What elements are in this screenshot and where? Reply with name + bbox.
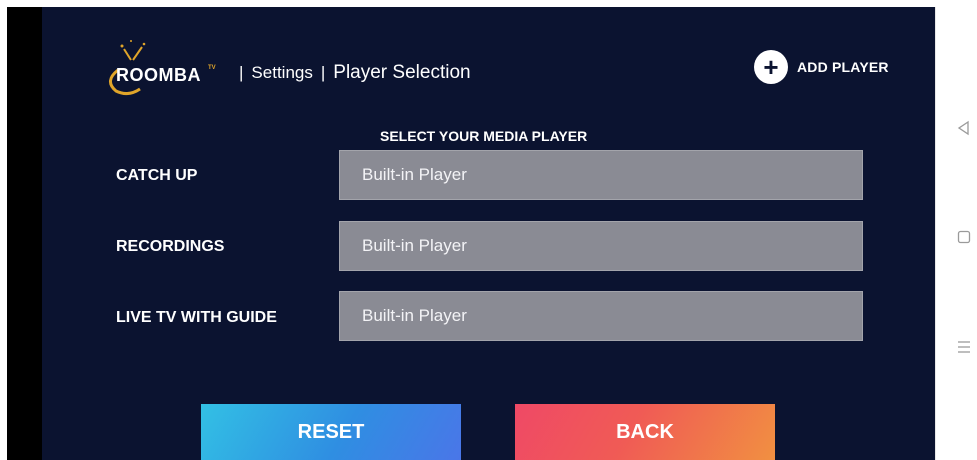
menu-lines-icon[interactable]	[956, 339, 972, 355]
left-bezel	[7, 7, 42, 460]
home-square-icon[interactable]	[956, 229, 972, 245]
recordings-label: RECORDINGS	[116, 238, 225, 255]
page-title: Player Selection	[333, 62, 471, 83]
breadcrumb-settings[interactable]: Settings	[251, 63, 312, 82]
breadcrumb-separator: |	[320, 63, 326, 82]
device-frame: ROOMBA TV | Settings | Player Selection + A…	[0, 0, 977, 460]
header: ROOMBA TV | Settings | Player Selection + A…	[42, 7, 935, 127]
back-button[interactable]: BACK	[515, 404, 775, 460]
breadcrumb: | Settings | Player Selection	[231, 62, 471, 84]
breadcrumb-separator: |	[239, 63, 244, 82]
catch-up-label: CATCH UP	[116, 167, 198, 184]
reset-button[interactable]: RESET	[201, 404, 461, 460]
logo-text: ROOMBA	[116, 65, 201, 85]
system-nav-bar	[935, 7, 977, 460]
live-tv-player-select[interactable]: Built-in Player	[339, 291, 863, 341]
logo-superscript: TV	[208, 65, 216, 71]
add-player-button[interactable]: + ADD PLAYER	[754, 50, 889, 84]
add-player-label[interactable]: ADD PLAYER	[797, 59, 889, 75]
section-heading: SELECT YOUR MEDIA PLAYER	[380, 128, 588, 144]
catch-up-player-select[interactable]: Built-in Player	[339, 150, 863, 200]
app-screen: ROOMBA TV | Settings | Player Selection + A…	[42, 7, 935, 460]
back-triangle-icon[interactable]	[956, 120, 972, 136]
plus-icon[interactable]: +	[754, 50, 788, 84]
recordings-player-select[interactable]: Built-in Player	[339, 221, 863, 271]
live-tv-label: LIVE TV WITH GUIDE	[116, 309, 277, 326]
